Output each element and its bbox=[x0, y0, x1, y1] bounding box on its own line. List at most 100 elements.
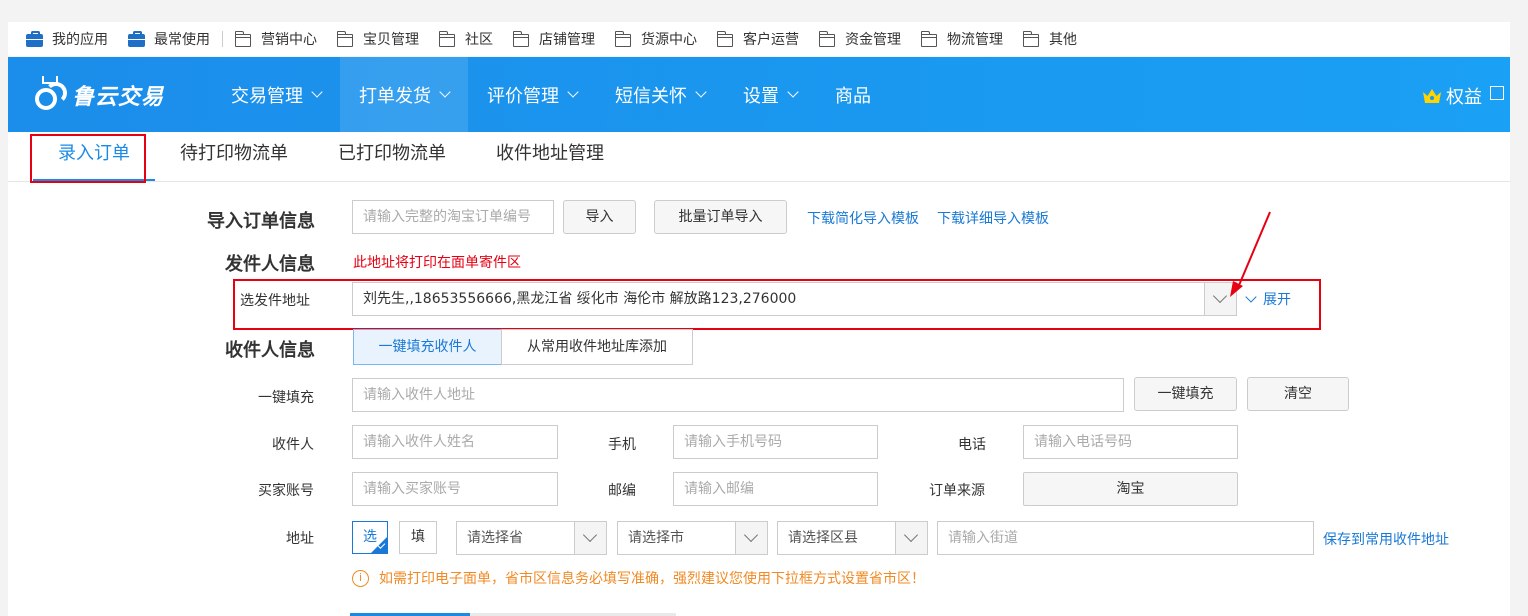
appbar-label: 其他 bbox=[1049, 32, 1077, 48]
nav-label: 评价管理 bbox=[487, 85, 559, 107]
folder-icon bbox=[513, 30, 530, 47]
chevron-down-icon bbox=[567, 86, 579, 98]
fill-mode-toggle[interactable]: 填 bbox=[399, 521, 437, 554]
batch-import-button[interactable]: 批量订单导入 bbox=[654, 200, 787, 234]
chevron-down-icon bbox=[311, 86, 323, 98]
folder-icon bbox=[921, 30, 938, 47]
sender-section-label: 发件人信息 bbox=[225, 254, 315, 275]
phone-label: 电话 bbox=[958, 437, 986, 453]
crown-icon bbox=[1423, 89, 1441, 103]
appbar-items[interactable]: 宝贝管理 bbox=[337, 29, 419, 49]
nav-label: 商品 bbox=[835, 85, 871, 107]
logo-icon bbox=[32, 75, 70, 114]
folder-icon bbox=[615, 30, 632, 47]
warning-text: 如需打印电子面单，省市区信息务必填写准确，强烈建议您使用下拉框方式设置省市区！ bbox=[379, 571, 925, 587]
appbar-label: 最常使用 bbox=[154, 32, 210, 48]
rights-label: 权益 bbox=[1446, 87, 1482, 108]
mobile-input[interactable]: 请输入手机号码 bbox=[673, 425, 878, 459]
nav-label: 短信关怀 bbox=[615, 85, 687, 107]
district-value: 请选择区县 bbox=[788, 530, 858, 546]
buyer-label: 买家账号 bbox=[258, 483, 314, 499]
app-logo[interactable]: 鲁云交易 bbox=[32, 75, 212, 114]
name-label: 收件人 bbox=[272, 437, 314, 453]
province-select[interactable]: 请选择省 bbox=[456, 521, 607, 555]
sender-note: 此地址将打印在面单寄件区 bbox=[353, 255, 521, 271]
chevron-down-icon bbox=[574, 522, 606, 554]
info-icon: i bbox=[352, 569, 369, 587]
save-to-address-library-link[interactable]: 保存到常用收件地址 bbox=[1323, 529, 1449, 549]
appbar-shop[interactable]: 店铺管理 bbox=[513, 29, 595, 49]
chevron-down-icon bbox=[895, 522, 927, 554]
folder-icon bbox=[235, 30, 252, 47]
phone-input[interactable]: 请输入电话号码 bbox=[1023, 425, 1238, 459]
receiver-address-input[interactable]: 请输入收件人地址 bbox=[352, 378, 1124, 412]
receiver-name-input[interactable]: 请输入收件人姓名 bbox=[352, 425, 558, 459]
download-detail-template-link[interactable]: 下载详细导入模板 bbox=[937, 208, 1049, 228]
nav-label: 设置 bbox=[743, 85, 779, 107]
download-simple-template-link[interactable]: 下载简化导入模板 bbox=[807, 208, 919, 228]
main-nav: 鲁云交易 交易管理 打单发货 评价管理 短信关怀 设置 商品 权益 bbox=[8, 57, 1510, 132]
province-value: 请选择省 bbox=[467, 530, 523, 546]
appbar-most-used[interactable]: 最常使用 bbox=[128, 29, 210, 49]
address-label: 地址 bbox=[286, 531, 314, 547]
folder-icon bbox=[1023, 30, 1040, 47]
sender-select-label: 选发件地址 bbox=[240, 293, 310, 309]
nav-trade-management[interactable]: 交易管理 bbox=[212, 57, 340, 132]
sub-tabs: 录入订单 待打印物流单 已打印物流单 收件地址管理 bbox=[8, 131, 1510, 183]
appbar-label: 我的应用 bbox=[52, 32, 108, 48]
mobile-label: 手机 bbox=[608, 437, 636, 453]
tab-from-address-library[interactable]: 从常用收件地址库添加 bbox=[501, 329, 693, 365]
appbar-funds[interactable]: 资金管理 bbox=[819, 29, 901, 49]
appbar-marketing[interactable]: 营销中心 bbox=[235, 29, 317, 49]
sender-address-value: 刘先生,,18653556666,黑龙江省 绥化市 海伦市 解放路123,276… bbox=[363, 291, 797, 307]
appbar-label: 店铺管理 bbox=[539, 32, 595, 48]
source-label: 订单来源 bbox=[929, 483, 985, 499]
city-select[interactable]: 请选择市 bbox=[617, 521, 768, 555]
appbar-divider bbox=[222, 31, 223, 47]
tab-pending-print[interactable]: 待打印物流单 bbox=[155, 131, 313, 181]
city-value: 请选择市 bbox=[628, 530, 684, 546]
appbar-label: 货源中心 bbox=[641, 32, 697, 48]
select-mode-toggle[interactable]: 选 bbox=[352, 521, 388, 554]
chevron-down-icon bbox=[695, 86, 707, 98]
nav-print-ship[interactable]: 打单发货 bbox=[340, 57, 468, 132]
import-button[interactable]: 导入 bbox=[563, 200, 636, 234]
street-input[interactable]: 请输入街道 bbox=[937, 521, 1314, 555]
appbar-label: 宝贝管理 bbox=[363, 32, 419, 48]
zip-label: 邮编 bbox=[608, 483, 636, 499]
receiver-section-label: 收件人信息 bbox=[225, 340, 315, 361]
nav-label: 交易管理 bbox=[231, 85, 303, 107]
import-section-label: 导入订单信息 bbox=[207, 211, 315, 232]
district-select[interactable]: 请选择区县 bbox=[777, 521, 928, 555]
order-source-button[interactable]: 淘宝 bbox=[1023, 472, 1238, 506]
appbar-label: 社区 bbox=[465, 32, 493, 48]
order-number-input[interactable]: 请输入完整的淘宝订单编号 bbox=[352, 200, 554, 234]
nav-reviews[interactable]: 评价管理 bbox=[468, 57, 596, 132]
mail-icon[interactable] bbox=[1490, 86, 1504, 100]
rights-link[interactable]: 权益 bbox=[1422, 83, 1504, 109]
appbar-label: 资金管理 bbox=[845, 32, 901, 48]
zip-input[interactable]: 请输入邮编 bbox=[673, 472, 878, 506]
briefcase-icon bbox=[26, 30, 43, 47]
folder-icon bbox=[819, 30, 836, 47]
quickfill-button[interactable]: 一键填充 bbox=[1134, 377, 1237, 411]
appbar-customers[interactable]: 客户运营 bbox=[717, 29, 799, 49]
folder-icon bbox=[717, 30, 734, 47]
appbar-other[interactable]: 其他 bbox=[1023, 29, 1077, 49]
annotation-arrow bbox=[1230, 211, 1271, 297]
appbar-supply[interactable]: 货源中心 bbox=[615, 29, 697, 49]
buyer-account-input[interactable]: 请输入买家账号 bbox=[352, 472, 558, 506]
clear-button[interactable]: 清空 bbox=[1247, 377, 1349, 411]
tab-one-click-fill-receiver[interactable]: 一键填充收件人 bbox=[353, 329, 502, 365]
tab-printed[interactable]: 已打印物流单 bbox=[313, 131, 471, 181]
appbar-logistics[interactable]: 物流管理 bbox=[921, 29, 1003, 49]
tab-address-management[interactable]: 收件地址管理 bbox=[471, 131, 629, 181]
appbar-my-apps[interactable]: 我的应用 bbox=[26, 29, 108, 49]
page-root: 我的应用 最常使用 营销中心 宝贝管理 社区 店铺管理 货源中心 客户运营 资金… bbox=[0, 0, 1528, 616]
appbar-community[interactable]: 社区 bbox=[439, 29, 493, 49]
nav-settings[interactable]: 设置 bbox=[724, 57, 816, 132]
chevron-down-icon bbox=[787, 86, 799, 98]
nav-products[interactable]: 商品 bbox=[816, 57, 890, 132]
nav-sms-care[interactable]: 短信关怀 bbox=[596, 57, 724, 132]
sender-address-select[interactable]: 刘先生,,18653556666,黑龙江省 绥化市 海伦市 解放路123,276… bbox=[352, 282, 1237, 316]
